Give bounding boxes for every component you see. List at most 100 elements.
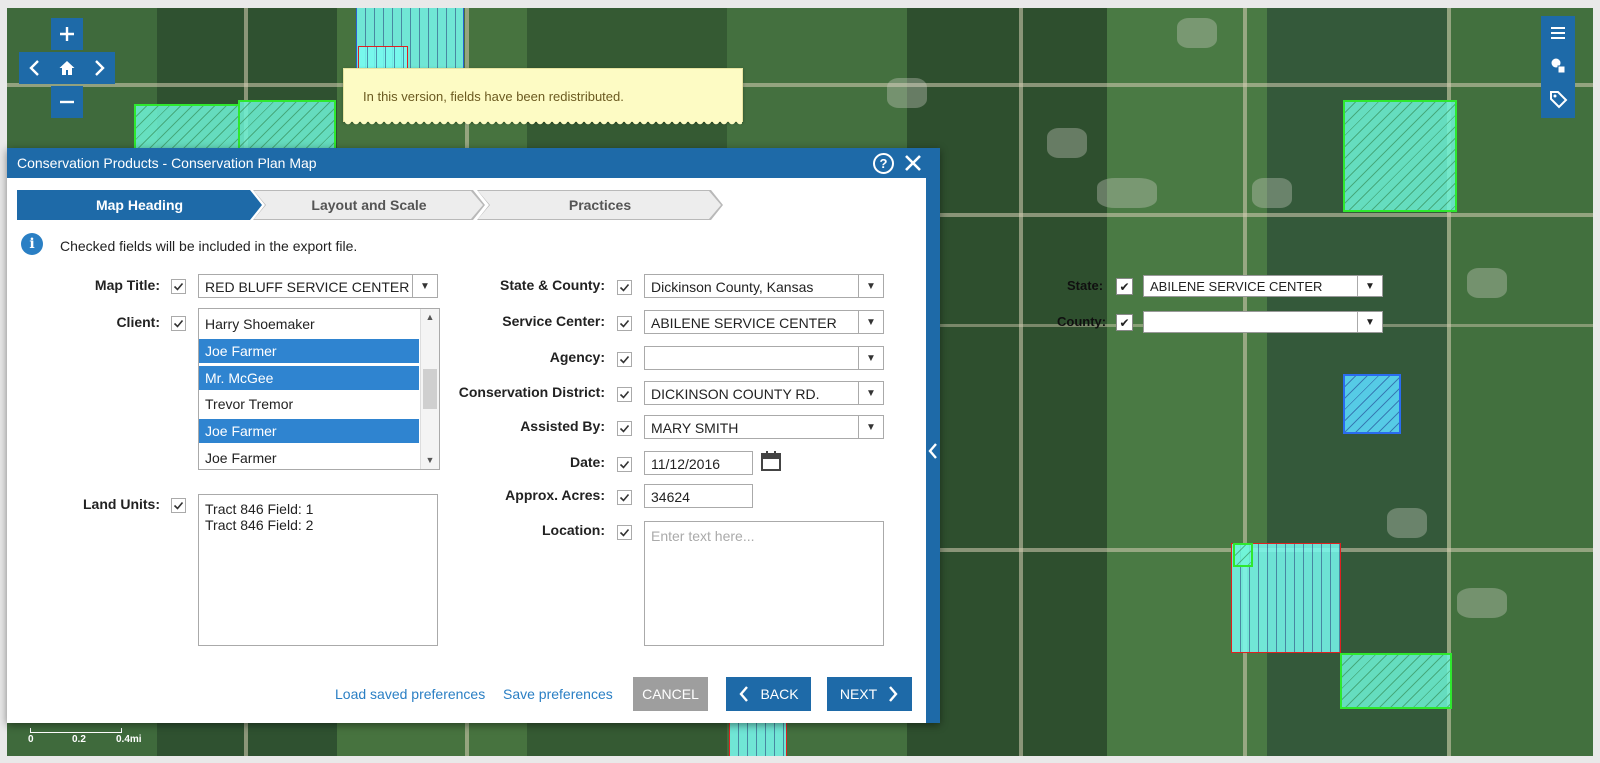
land-units-checkbox[interactable] <box>171 498 186 513</box>
load-preferences-link[interactable]: Load saved preferences <box>335 686 485 702</box>
collapse-panel-button[interactable] <box>926 178 940 723</box>
district-checkbox[interactable] <box>617 387 632 402</box>
chevron-left-icon <box>739 686 749 702</box>
field-polygon-green[interactable] <box>1233 543 1253 567</box>
help-icon[interactable]: ? <box>873 153 894 174</box>
state-county-checkbox[interactable] <box>617 280 632 295</box>
client-option[interactable]: Mr. McGee <box>199 366 419 390</box>
acres-checkbox[interactable] <box>617 490 632 505</box>
client-checkbox[interactable] <box>171 316 186 331</box>
step-label: Layout and Scale <box>311 197 427 213</box>
acres-label: Approx. Acres: <box>505 487 605 503</box>
scroll-thumb[interactable] <box>423 369 437 409</box>
map-county-select[interactable]: ▼ <box>1143 311 1383 333</box>
state-county-value: Dickinson County, Kansas <box>651 279 814 295</box>
checkmark-icon <box>619 424 630 433</box>
client-option[interactable]: Joe Farmer <box>199 446 419 469</box>
step-layout-scale[interactable]: Layout and Scale <box>253 190 485 220</box>
map-title-select[interactable]: RED BLUFF SERVICE CENTER ▼ <box>198 274 438 298</box>
dialog-title: Conservation Products - Conservation Pla… <box>17 155 317 171</box>
assisted-by-value: MARY SMITH <box>651 420 739 436</box>
field-polygon-blue[interactable] <box>1343 374 1401 434</box>
land-units-list[interactable]: Tract 846 Field: 1 Tract 846 Field: 2 <box>198 494 438 646</box>
chevron-down-icon: ▼ <box>1357 276 1382 296</box>
minus-icon <box>60 100 74 104</box>
client-scrollbar[interactable]: ▲ ▼ <box>420 309 439 469</box>
land-unit-item: Tract 846 Field: 2 <box>205 517 314 533</box>
back-button[interactable]: BACK <box>726 677 811 711</box>
agency-label: Agency: <box>549 349 605 365</box>
district-select[interactable]: DICKINSON COUNTY RD. ▼ <box>644 381 884 405</box>
service-center-value: ABILENE SERVICE CENTER <box>651 315 837 331</box>
agency-select[interactable]: ▼ <box>644 346 884 370</box>
map-state-select[interactable]: ABILENE SERVICE CENTER ▼ <box>1143 275 1383 297</box>
date-input[interactable]: 11/12/2016 <box>644 451 753 475</box>
plus-icon <box>60 27 74 41</box>
checkmark-icon <box>619 355 630 364</box>
calendar-icon[interactable] <box>760 450 782 472</box>
service-center-select[interactable]: ABILENE SERVICE CENTER ▼ <box>644 310 884 334</box>
chevron-down-icon: ▼ <box>858 347 883 369</box>
assisted-by-checkbox[interactable] <box>617 421 632 436</box>
scale-label: 0 <box>28 734 34 745</box>
close-icon[interactable] <box>903 153 923 173</box>
chevron-down-icon: ▼ <box>412 275 437 297</box>
map-toolbar <box>1541 16 1575 118</box>
date-checkbox[interactable] <box>617 457 632 472</box>
client-option[interactable]: Joe Farmer <box>199 419 419 443</box>
client-listbox[interactable]: Harry Shoemaker Joe Farmer Mr. McGee Tre… <box>198 308 440 470</box>
checkmark-icon: ✔ <box>1119 315 1130 330</box>
agency-checkbox[interactable] <box>617 352 632 367</box>
step-practices[interactable]: Practices <box>477 190 723 220</box>
zoom-in-button[interactable] <box>51 18 83 50</box>
assisted-by-select[interactable]: MARY SMITH ▼ <box>644 415 884 439</box>
pan-left-button[interactable] <box>19 52 51 84</box>
home-icon <box>59 61 75 75</box>
location-textarea[interactable]: Enter text here... <box>644 521 884 646</box>
tag-button[interactable] <box>1541 82 1575 115</box>
field-polygon-green[interactable] <box>238 100 336 152</box>
location-placeholder: Enter text here... <box>651 528 755 544</box>
layers-button[interactable] <box>1541 49 1575 82</box>
land-units-label: Land Units: <box>83 496 160 512</box>
scroll-up-icon[interactable]: ▲ <box>421 309 439 325</box>
district-label: Conservation District: <box>458 384 605 400</box>
field-polygon-green[interactable] <box>1343 100 1457 212</box>
chevron-down-icon: ▼ <box>858 416 883 438</box>
zoom-out-button[interactable] <box>51 86 83 118</box>
checkmark-icon <box>173 282 184 291</box>
service-center-label: Service Center: <box>502 313 605 329</box>
dialog-title-bar[interactable]: Conservation Products - Conservation Pla… <box>7 148 940 178</box>
field-polygon-green[interactable] <box>134 104 240 152</box>
map-state-checkbox[interactable]: ✔ <box>1116 278 1133 295</box>
date-label: Date: <box>569 454 605 470</box>
map-county-checkbox[interactable]: ✔ <box>1116 314 1133 331</box>
client-option[interactable]: Trevor Tremor <box>199 392 419 416</box>
scroll-down-icon[interactable]: ▼ <box>421 452 439 468</box>
map-title-checkbox[interactable] <box>171 279 186 294</box>
map-farmstead <box>1457 588 1507 618</box>
client-option[interactable]: Joe Farmer <box>199 339 419 363</box>
location-label: Location: <box>542 522 605 538</box>
checkmark-icon <box>173 319 184 328</box>
home-button[interactable] <box>51 52 83 84</box>
pan-right-button[interactable] <box>83 52 115 84</box>
service-center-checkbox[interactable] <box>617 316 632 331</box>
acres-input[interactable]: 34624 <box>644 484 753 508</box>
checkmark-icon <box>619 493 630 502</box>
step-map-heading[interactable]: Map Heading <box>17 190 262 220</box>
state-county-select[interactable]: Dickinson County, Kansas ▼ <box>644 274 884 298</box>
next-button[interactable]: NEXT <box>827 677 912 711</box>
save-preferences-link[interactable]: Save preferences <box>503 686 613 702</box>
chevron-down-icon: ▼ <box>858 275 883 297</box>
location-checkbox[interactable] <box>617 525 632 540</box>
map-farmstead <box>1252 178 1292 208</box>
chevron-down-icon: ▼ <box>858 311 883 333</box>
cancel-button[interactable]: CANCEL <box>633 677 708 711</box>
field-polygon-green[interactable] <box>1340 653 1452 709</box>
client-option[interactable]: Harry Shoemaker <box>199 312 419 336</box>
note-text: In this version, fields have been redist… <box>363 89 624 104</box>
client-label: Client: <box>116 314 160 330</box>
menu-button[interactable] <box>1541 16 1575 49</box>
chevron-left-icon <box>928 442 937 459</box>
